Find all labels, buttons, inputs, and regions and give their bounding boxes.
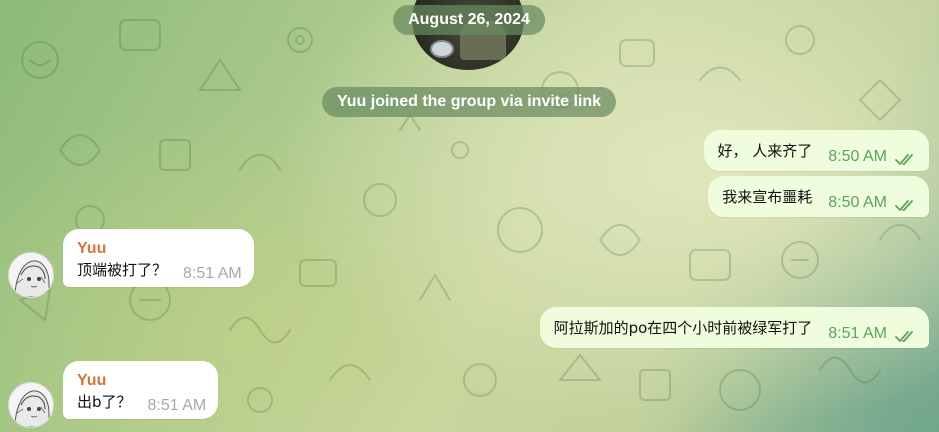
double-check-icon (895, 199, 913, 211)
message-text: 我来宣布噩耗 (722, 188, 813, 206)
incoming-message[interactable]: Yuu 顶端被打了？ 8:51 AM (63, 229, 254, 287)
message-row: 顶端被打了？ 8:51 AM (77, 259, 242, 282)
anime-avatar-icon (14, 390, 50, 427)
message-text: 好， 人来齐了 (717, 142, 813, 160)
avatar[interactable] (8, 382, 54, 428)
incoming-message[interactable]: Yuu 出b了？ 8:51 AM (63, 361, 219, 419)
message-time: 8:51 AM (147, 397, 207, 414)
double-check-icon (895, 330, 913, 342)
avatar[interactable] (8, 252, 54, 298)
message-time: 8:50 AM (828, 147, 887, 165)
message-text: 顶端被打了？ (77, 261, 168, 279)
outgoing-message[interactable]: 阿拉斯加的po在四个小时前被绿军打了 8:51 AM (539, 307, 929, 348)
double-check-icon (895, 153, 913, 165)
outgoing-message[interactable]: 我来宣布噩耗 8:50 AM (708, 176, 929, 217)
message-time: 8:50 AM (828, 193, 887, 211)
photo-cup (430, 40, 454, 58)
message-meta: 8:50 AM (828, 182, 917, 212)
message-meta: 8:50 AM (828, 136, 917, 166)
message-text: 出b了？ (77, 393, 132, 411)
message-time: 8:51 AM (828, 324, 887, 342)
outgoing-message[interactable]: 好， 人来齐了 8:50 AM (703, 130, 929, 171)
message-row: 出b了？ 8:51 AM (77, 391, 206, 414)
message-time: 8:51 AM (183, 265, 242, 282)
message-list[interactable]: August 26, 2024 Yuu joined the group via… (0, 0, 939, 432)
message-text: 阿拉斯加的po在四个小时前被绿军打了 (553, 319, 813, 337)
message-meta: 8:51 AM (828, 313, 917, 343)
sender-name[interactable]: Yuu (77, 239, 242, 259)
sender-name[interactable]: Yuu (77, 371, 206, 391)
anime-avatar-icon (14, 260, 50, 297)
service-message: Yuu joined the group via invite link (321, 87, 617, 117)
date-separator: August 26, 2024 (393, 5, 545, 35)
